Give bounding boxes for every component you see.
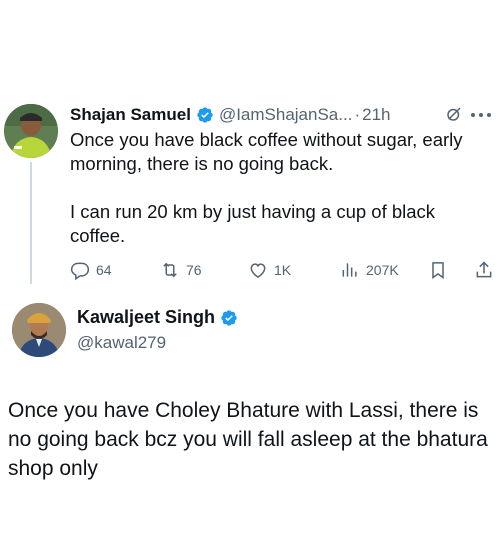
views-button[interactable]: 207K [340, 258, 399, 282]
separator-dot: · [354, 105, 361, 124]
like-button[interactable]: 1K [248, 258, 291, 282]
reply-author-avatar[interactable] [12, 303, 66, 357]
bookmark-button[interactable] [428, 258, 454, 282]
repost-icon [163, 262, 177, 278]
reply-author-handle[interactable]: @kawal279 [77, 333, 166, 353]
more-icon[interactable] [470, 112, 492, 118]
views-count: 207K [366, 262, 399, 278]
reply-author-row: Kawaljeet Singh [77, 307, 243, 328]
repost-button[interactable]: 76 [160, 258, 202, 282]
like-count: 1K [274, 262, 292, 278]
like-icon [250, 263, 266, 278]
reply-button[interactable]: 64 [70, 258, 112, 282]
share-button[interactable] [474, 258, 500, 282]
reply-author-name[interactable]: Kawaljeet Singh [77, 307, 215, 328]
reply-icon [70, 262, 90, 280]
grok-icon[interactable] [445, 105, 463, 123]
tweet-timestamp[interactable]: 21h [362, 105, 390, 125]
views-icon [342, 263, 357, 277]
verified-badge-icon [221, 309, 237, 326]
author-name[interactable]: Shajan Samuel [70, 105, 191, 125]
tweet-header: Shajan Samuel @IamShajanSa... · 21h [70, 102, 498, 128]
reply-count: 64 [96, 262, 112, 278]
tweet-actions: 64 76 1K 207K [70, 258, 495, 282]
tweet-text: Once you have black coffee without sugar… [70, 128, 485, 248]
reply-tweet-text: Once you have Choley Bhature with Lassi,… [8, 399, 488, 480]
author-avatar[interactable] [4, 104, 58, 158]
repost-count: 76 [186, 262, 202, 278]
author-handle[interactable]: @IamShajanSa... [219, 105, 353, 125]
tweet-paragraph: I can run 20 km by just having a cup of … [70, 201, 436, 246]
verified-badge-icon [197, 107, 213, 123]
tweet-paragraph: Once you have black coffee without sugar… [70, 129, 463, 174]
bookmark-icon [432, 262, 444, 279]
share-icon [476, 261, 492, 278]
thread-line [30, 162, 32, 284]
